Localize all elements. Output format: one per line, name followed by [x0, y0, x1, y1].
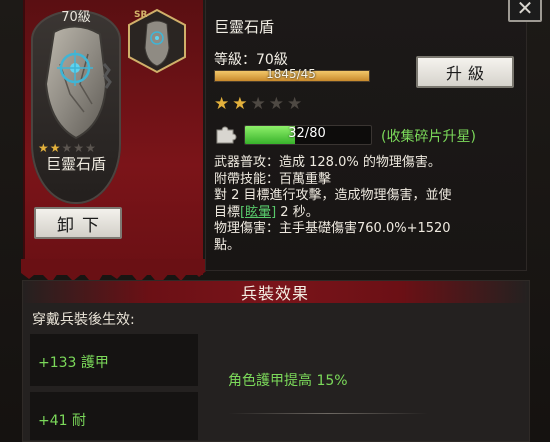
desc-line: 對 2 目標進行攻擊，造成物理傷害，並使: [214, 188, 452, 203]
exp-progress-text: 1845/45: [266, 67, 316, 81]
section-title: 兵裝效果: [240, 284, 309, 303]
desc-line: 目標[眩暈] 2 秒。: [214, 205, 514, 222]
star-filled-icon: ★: [214, 94, 233, 114]
equipment-name: 巨靈石盾: [45, 155, 106, 173]
desc-line: 點。: [214, 237, 241, 253]
stat-durability: +41 耐: [38, 413, 86, 429]
item-level: 等級：70級: [214, 52, 288, 68]
unequip-button[interactable]: 卸下: [34, 207, 122, 239]
desc-line: 武器普攻：造成 128.0% 的物理傷害。: [214, 155, 441, 170]
desc-text: 目標: [214, 204, 241, 220]
item-star-rating: ★★★★★: [214, 94, 305, 114]
fragment-progress-text: 32/80: [288, 126, 326, 141]
desc-text: 2 秒。: [276, 204, 319, 220]
desc-line: 物理傷害：主手基礎傷害760.0%+1520: [214, 221, 451, 236]
item-description: 武器普攻：造成 128.0% 的物理傷害。 附帶技能：百萬重擊 對 2 目標進行…: [214, 155, 514, 254]
stone-shield-icon: [44, 25, 112, 140]
upgrade-button[interactable]: 升級: [416, 56, 514, 88]
stun-keyword-link[interactable]: [眩暈]: [240, 205, 276, 220]
desc-line: 附帶技能：百萬重擊: [214, 171, 332, 187]
armor-bonus-effect: 角色護甲提高 15%: [228, 373, 348, 389]
puzzle-piece-icon: [216, 126, 237, 144]
divider: [228, 413, 428, 414]
star-empty-icon: ★: [268, 94, 287, 114]
equipment-level: 70級: [61, 10, 91, 25]
stat-armor: +133 護甲: [38, 355, 109, 371]
close-button[interactable]: ✕: [508, 0, 542, 22]
wear-effect-label: 穿戴兵裝後生效:: [32, 312, 135, 328]
star-empty-icon: ★: [287, 94, 306, 114]
fragment-hint: (收集碎片升星): [381, 129, 476, 145]
rarity-badge: SR: [134, 10, 148, 20]
item-title: 巨靈石盾: [214, 18, 275, 36]
star-empty-icon: ★: [250, 94, 269, 114]
star-filled-icon: ★: [232, 94, 251, 114]
